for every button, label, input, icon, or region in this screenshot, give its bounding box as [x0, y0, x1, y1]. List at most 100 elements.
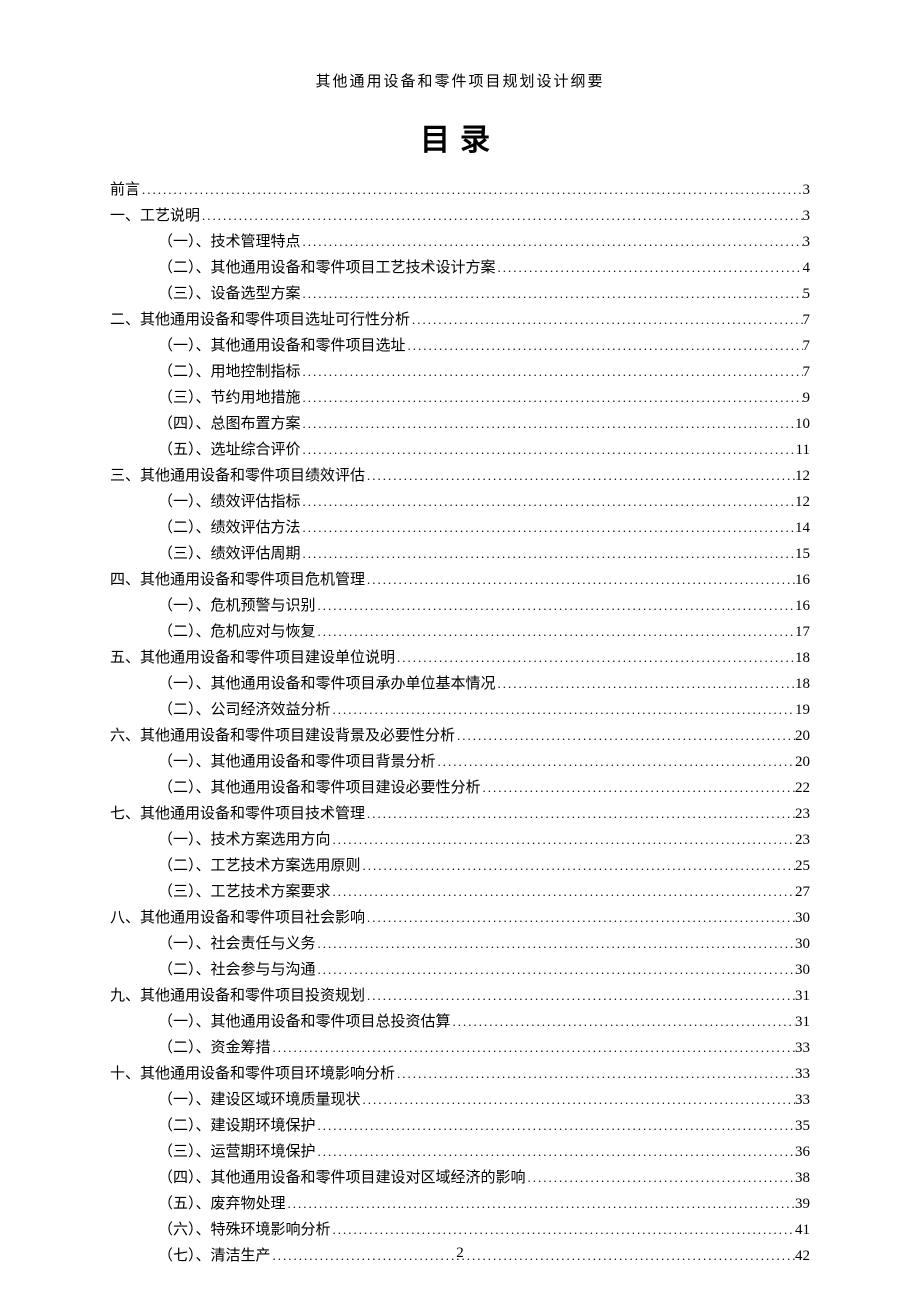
toc-entry: （一）、建设区域环境质量现状33 — [110, 1087, 810, 1113]
toc-entry: （二）、其他通用设备和零件项目工艺技术设计方案4 — [110, 255, 810, 281]
toc-entry-label: 四、其他通用设备和零件项目危机管理 — [110, 573, 365, 588]
toc-leader-dots — [361, 859, 795, 872]
toc-entry-page: 16 — [795, 599, 810, 614]
toc-leader-dots — [410, 313, 802, 326]
toc-entry-label: （四）、总图布置方案 — [158, 417, 301, 432]
toc-entry-label: （二）、公司经济效益分析 — [158, 703, 331, 718]
toc-entry-page: 11 — [796, 443, 810, 458]
toc-entry-label: （一）、危机预警与识别 — [158, 599, 316, 614]
toc-entry-label: （一）、其他通用设备和零件项目承办单位基本情况 — [158, 677, 496, 692]
toc-entry-label: 一、工艺说明 — [110, 209, 200, 224]
toc-entry-label: 七、其他通用设备和零件项目技术管理 — [110, 807, 365, 822]
toc-leader-dots — [365, 807, 795, 820]
toc-entry: 三、其他通用设备和零件项目绩效评估12 — [110, 463, 810, 489]
toc-entry-page: 9 — [803, 391, 811, 406]
toc-entry-label: （五）、废弃物处理 — [158, 1197, 286, 1212]
toc-entry-page: 20 — [795, 755, 810, 770]
toc-entry: （四）、总图布置方案 10 — [110, 411, 810, 437]
toc-leader-dots — [526, 1171, 795, 1184]
toc-entry: 二、其他通用设备和零件项目选址可行性分析 7 — [110, 307, 810, 333]
toc-entry: 一、工艺说明 3 — [110, 203, 810, 229]
toc-leader-dots — [200, 209, 802, 222]
toc-entry: （一）、其他通用设备和零件项目选址7 — [110, 333, 810, 359]
toc-leader-dots — [331, 1223, 795, 1236]
toc-leader-dots — [406, 339, 803, 352]
toc-entry-label: （二）、其他通用设备和零件项目建设必要性分析 — [158, 781, 481, 796]
toc-entry-label: 二、其他通用设备和零件项目选址可行性分析 — [110, 313, 410, 328]
toc-leader-dots — [455, 729, 795, 742]
toc-leader-dots — [316, 1145, 795, 1158]
toc-leader-dots — [286, 1197, 795, 1210]
toc-leader-dots — [365, 573, 795, 586]
toc-entry-label: （三）、运营期环境保护 — [158, 1145, 316, 1160]
toc-leader-dots — [301, 287, 803, 300]
toc-entry-page: 19 — [795, 703, 810, 718]
toc-entry: （一）、绩效评估指标12 — [110, 489, 810, 515]
toc-entry: 六、其他通用设备和零件项目建设背景及必要性分析 20 — [110, 723, 810, 749]
toc-entry-label: 三、其他通用设备和零件项目绩效评估 — [110, 469, 365, 484]
toc-entry-label: （四）、其他通用设备和零件项目建设对区域经济的影响 — [158, 1171, 526, 1186]
toc-leader-dots — [395, 1067, 795, 1080]
toc-entry: （一）、其他通用设备和零件项目背景分析 20 — [110, 749, 810, 775]
toc-entry: （二）、用地控制指标7 — [110, 359, 810, 385]
toc-leader-dots — [316, 1119, 795, 1132]
toc-entry: （一）、技术方案选用方向23 — [110, 827, 810, 853]
toc-entry-label: （一）、其他通用设备和零件项目背景分析 — [158, 755, 436, 770]
toc-entry-page: 7 — [803, 313, 811, 328]
toc-entry-page: 5 — [803, 287, 811, 302]
toc-leader-dots — [496, 677, 795, 690]
toc-entry-page: 23 — [795, 833, 810, 848]
toc-entry-label: （六）、特殊环境影响分析 — [158, 1223, 331, 1238]
toc-entry-label: （二）、绩效评估方法 — [158, 521, 301, 536]
toc-entry-page: 16 — [795, 573, 810, 588]
toc-entry-label: （二）、社会参与与沟通 — [158, 963, 316, 978]
toc-entry: （二）、资金筹措33 — [110, 1035, 810, 1061]
toc-entry: 五、其他通用设备和零件项目建设单位说明18 — [110, 645, 810, 671]
toc-entry-label: （三）、设备选型方案 — [158, 287, 301, 302]
toc-entry: （二）、公司经济效益分析 19 — [110, 697, 810, 723]
running-head: 其他通用设备和零件项目规划设计纲要 — [110, 70, 810, 91]
toc-leader-dots — [301, 443, 796, 456]
toc-entry-page: 12 — [795, 495, 810, 510]
toc-entry: （一）、其他通用设备和零件项目总投资估算31 — [110, 1009, 810, 1035]
toc-entry-page: 20 — [795, 729, 810, 744]
toc-leader-dots — [301, 521, 795, 534]
toc-entry-page: 30 — [795, 963, 810, 978]
toc-entry-page: 25 — [795, 859, 810, 874]
toc-entry-label: （一）、技术管理特点 — [158, 235, 301, 250]
toc-leader-dots — [316, 937, 795, 950]
toc-leader-dots — [496, 261, 803, 274]
toc-entry: （一）、技术管理特点 3 — [110, 229, 810, 255]
toc-entry-label: 九、其他通用设备和零件项目投资规划 — [110, 989, 365, 1004]
toc-leader-dots — [316, 963, 795, 976]
toc-entry-label: （二）、建设期环境保护 — [158, 1119, 316, 1134]
toc-leader-dots — [365, 469, 795, 482]
toc-entry: 七、其他通用设备和零件项目技术管理23 — [110, 801, 810, 827]
toc-leader-dots — [451, 1015, 795, 1028]
toc-leader-dots — [331, 703, 795, 716]
toc-entry-page: 3 — [803, 209, 811, 224]
toc-entry-label: （一）、建设区域环境质量现状 — [158, 1093, 361, 1108]
toc-entry: （二）、绩效评估方法14 — [110, 515, 810, 541]
toc-entry-page: 3 — [803, 235, 811, 250]
toc-entry: 九、其他通用设备和零件项目投资规划31 — [110, 983, 810, 1009]
toc-entry-label: （一）、社会责任与义务 — [158, 937, 316, 952]
toc-entry-page: 27 — [795, 885, 810, 900]
toc-leader-dots — [365, 989, 795, 1002]
toc-entry-page: 18 — [795, 651, 810, 666]
toc-entry: 十、其他通用设备和零件项目环境影响分析33 — [110, 1061, 810, 1087]
toc-entry-page: 36 — [795, 1145, 810, 1160]
toc-entry-label: （三）、节约用地措施 — [158, 391, 301, 406]
toc-entry-label: （二）、资金筹措 — [158, 1041, 271, 1056]
toc-leader-dots — [331, 833, 795, 846]
toc-entry-page: 10 — [795, 417, 810, 432]
toc-entry-label: 六、其他通用设备和零件项目建设背景及必要性分析 — [110, 729, 455, 744]
toc-entry: （二）、其他通用设备和零件项目建设必要性分析22 — [110, 775, 810, 801]
toc-leader-dots — [301, 365, 803, 378]
toc-entry: （一）、社会责任与义务30 — [110, 931, 810, 957]
toc-entry: （五）、废弃物处理39 — [110, 1191, 810, 1217]
toc-leader-dots — [301, 417, 795, 430]
toc-entry: （六）、特殊环境影响分析41 — [110, 1217, 810, 1243]
toc-entry-label: （二）、危机应对与恢复 — [158, 625, 316, 640]
toc-entry-page: 17 — [795, 625, 810, 640]
